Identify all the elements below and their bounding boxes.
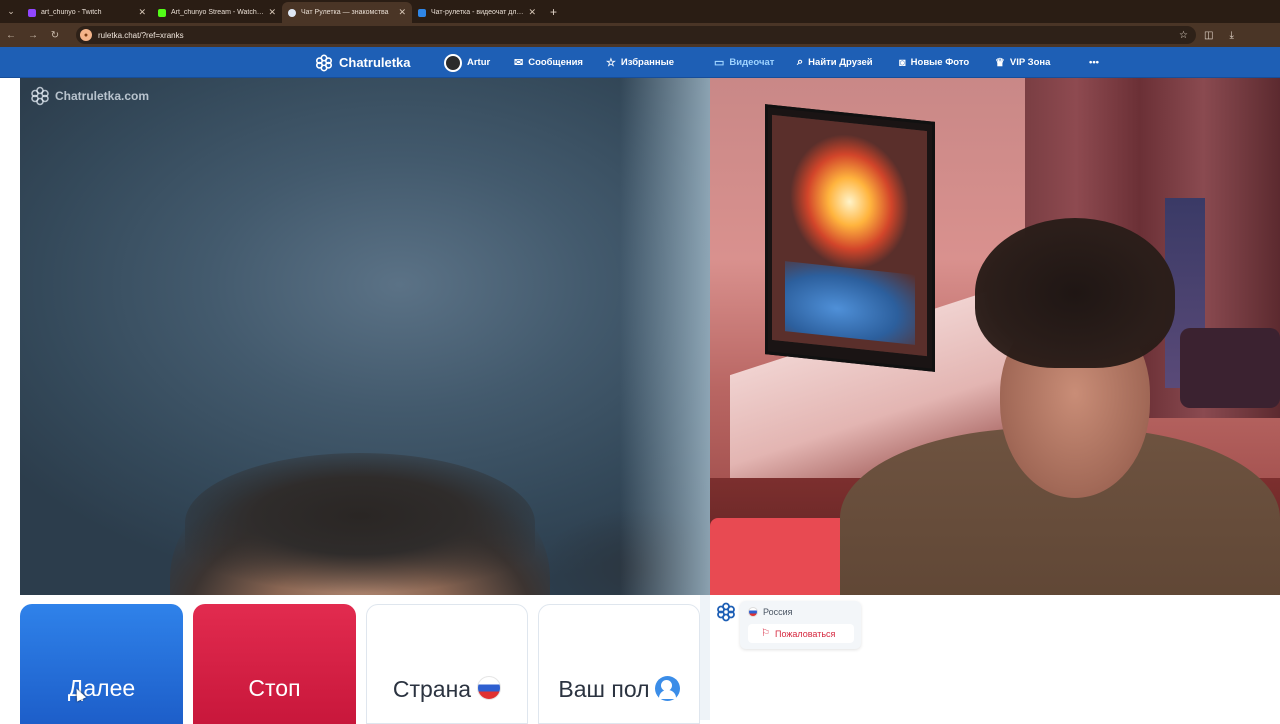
- nav-vip[interactable]: ♛ VIP Зона: [995, 47, 1050, 78]
- remote-video: [710, 78, 1280, 595]
- chatruletka-logo-icon: [717, 602, 735, 622]
- local-video: [20, 78, 710, 595]
- nav-label: Видеочат: [729, 57, 775, 68]
- download-icon[interactable]: ⤓: [1229, 30, 1233, 41]
- close-icon[interactable]: ✕: [138, 7, 146, 18]
- chatruletka-icon: [288, 8, 296, 17]
- browser-tab-4[interactable]: Чат-рулетка - видеочат для с... ✕: [412, 2, 542, 23]
- close-icon[interactable]: ✕: [268, 7, 276, 18]
- nav-profile[interactable]: Artur: [444, 47, 490, 78]
- nav-user-name: Artur: [467, 57, 491, 68]
- report-button-label: Пожаловаться: [774, 628, 836, 639]
- brand-name: Chatruletka: [339, 55, 411, 70]
- nav-label: Найти Друзей: [808, 57, 873, 68]
- report-button[interactable]: ⚐ Пожаловаться: [748, 624, 854, 643]
- camera-icon: ◙: [899, 56, 906, 69]
- address-bar[interactable]: ● ruletka.chat/?ref=xranks ☆: [76, 26, 1196, 44]
- nav-find-friends[interactable]: ⌕ Найти Друзей: [797, 47, 873, 78]
- tab-title: Чат Рулетка — знакомства: [301, 9, 389, 16]
- tab-title: Чат-рулетка - видеочат для с...: [431, 9, 525, 16]
- brand-logo-link[interactable]: Chatruletka: [315, 47, 411, 78]
- kick-icon: [158, 8, 166, 17]
- partner-country-name: Россия: [763, 607, 793, 617]
- site-info-icon[interactable]: ●: [80, 29, 92, 41]
- back-icon[interactable]: ←: [0, 23, 22, 47]
- nav-more-button[interactable]: •••: [1089, 47, 1099, 78]
- video-hair-shape: [185, 453, 535, 593]
- nav-label: Новые Фото: [910, 57, 970, 68]
- nav-label: Сообщения: [528, 57, 583, 68]
- extensions-icon[interactable]: ◫: [1204, 30, 1213, 41]
- search-icon: ⌕: [797, 56, 804, 68]
- browser-tab-3[interactable]: Чат Рулетка — знакомства ✕: [282, 2, 412, 23]
- crown-icon: ♛: [995, 57, 1005, 69]
- russia-flag-icon: [477, 676, 502, 700]
- chatruletka-logo-icon: [31, 86, 49, 106]
- gender-select-button[interactable]: Ваш пол: [538, 604, 700, 724]
- nav-label: Избранные: [620, 57, 675, 68]
- stop-button[interactable]: Стоп: [193, 604, 356, 724]
- gender-button-label: Ваш пол: [558, 676, 650, 702]
- browser-toolbar: ← → ↻ ● ruletka.chat/?ref=xranks ☆ ◫ ⤓: [0, 23, 1280, 47]
- video-watermark: Chatruletka.com: [30, 86, 149, 106]
- nav-favorites[interactable]: ☆ Избранные: [606, 47, 674, 78]
- partner-info-card: Россия ⚐ Пожаловаться: [740, 601, 861, 649]
- star-icon: ☆: [606, 57, 616, 69]
- site-navbar: Chatruletka Artur ✉ Сообщения ☆ Избранны…: [0, 47, 1280, 78]
- forward-icon[interactable]: →: [22, 23, 44, 47]
- next-button[interactable]: Далее: [20, 604, 183, 724]
- site-icon: [418, 8, 426, 17]
- user-icon: [654, 676, 680, 701]
- twitch-icon: [28, 8, 36, 17]
- tab-search-icon[interactable]: ⌄: [0, 0, 22, 23]
- url-text: ruletka.chat/?ref=xranks: [98, 30, 184, 40]
- browser-tab-2[interactable]: Art_chunyo Stream - Watch Live ✕: [152, 2, 282, 23]
- tab-title: Art_chunyo Stream - Watch Live: [171, 9, 265, 16]
- browser-tab-1[interactable]: art_chunyo - Twitch ✕: [22, 2, 152, 23]
- country-button-label: Страна: [392, 676, 472, 702]
- video-camera-icon: ▭: [714, 57, 725, 69]
- video-light-glow: [620, 78, 710, 595]
- close-icon[interactable]: ✕: [398, 7, 406, 18]
- nav-videochat[interactable]: ▭ Видеочат: [714, 47, 774, 78]
- avatar: [444, 53, 462, 72]
- country-filter-button[interactable]: Страна: [366, 604, 528, 724]
- reload-icon[interactable]: ↻: [44, 23, 66, 47]
- browser-tabstrip: ⌄ art_chunyo - Twitch ✕ Art_chunyo Strea…: [0, 0, 1280, 23]
- stop-button-label: Стоп: [248, 675, 301, 701]
- nav-messages[interactable]: ✉ Сообщения: [514, 47, 583, 78]
- report-flag-icon: ⚐: [761, 628, 770, 639]
- close-icon[interactable]: ✕: [528, 7, 536, 18]
- bookmark-star-icon[interactable]: ☆: [1179, 30, 1188, 41]
- video-sofa-shape: [1180, 328, 1280, 408]
- russia-flag-icon: [748, 607, 758, 617]
- nav-new-photos[interactable]: ◙ Новые Фото: [899, 47, 969, 78]
- video-chair-shape: [710, 518, 850, 595]
- video-tv-screen-blue: [785, 261, 915, 345]
- chatruletka-logo-icon: [315, 54, 333, 71]
- watermark-text: Chatruletka.com: [55, 89, 150, 103]
- nav-label: VIP Зона: [1009, 57, 1051, 68]
- mail-icon: ✉: [514, 57, 524, 69]
- video-person-hair: [975, 218, 1175, 368]
- new-tab-button[interactable]: +: [550, 5, 557, 19]
- partner-country: Россия: [748, 607, 793, 617]
- tab-title: art_chunyo - Twitch: [41, 9, 102, 16]
- panel-divider: [700, 595, 710, 720]
